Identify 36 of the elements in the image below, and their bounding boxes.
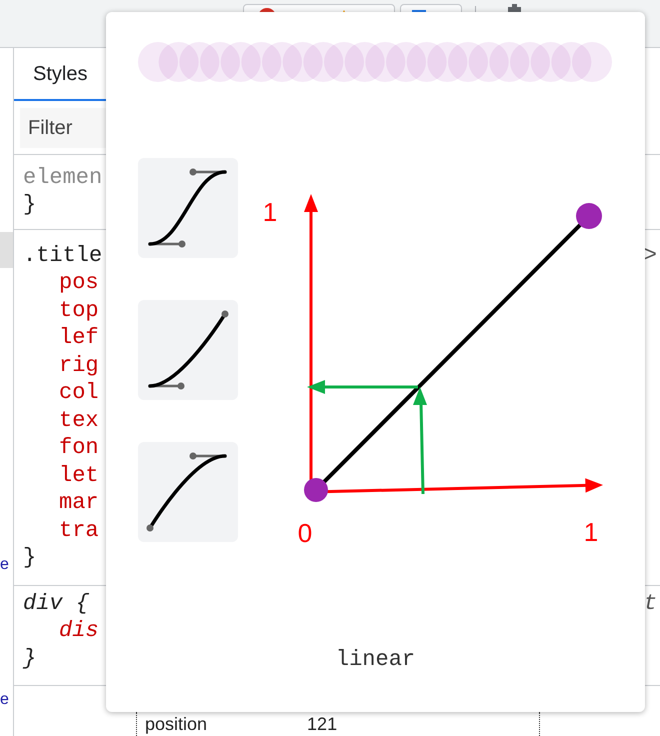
easing-name: linear bbox=[336, 647, 416, 673]
axis-label: 1 bbox=[262, 197, 278, 227]
css-property: col bbox=[59, 379, 99, 406]
easing-curve-icon bbox=[146, 310, 229, 390]
css-selector: .title bbox=[23, 242, 102, 269]
closing-brace: } bbox=[23, 644, 36, 672]
easing-preset[interactable] bbox=[138, 442, 238, 542]
axis-label: 0 bbox=[298, 518, 312, 548]
css-selector: elemen bbox=[23, 164, 102, 191]
css-property: let bbox=[59, 462, 99, 489]
stylesheet-source[interactable]: > bbox=[644, 242, 657, 269]
end-dot-icon bbox=[576, 203, 602, 229]
css-property: tra bbox=[59, 516, 99, 544]
css-property: pos bbox=[59, 269, 99, 296]
easing-preset[interactable] bbox=[138, 158, 238, 258]
css-property: mar bbox=[59, 489, 99, 516]
closing-brace: } bbox=[23, 191, 36, 218]
css-property: dis bbox=[59, 617, 99, 644]
box-model-label: position bbox=[145, 713, 208, 736]
puzzle-icon[interactable] bbox=[508, 4, 521, 12]
tree-row[interactable]: e bbox=[0, 547, 13, 583]
stylesheet-source: t bbox=[644, 590, 657, 617]
box-model-value: 121 bbox=[307, 713, 338, 736]
easing-preset[interactable] bbox=[138, 300, 238, 400]
css-property: lef bbox=[59, 324, 99, 352]
tree-row[interactable]: e bbox=[0, 682, 13, 718]
css-property: rig bbox=[59, 352, 99, 379]
start-dot-icon bbox=[304, 478, 328, 502]
closing-brace: } bbox=[23, 544, 36, 572]
easing-curve-icon bbox=[146, 452, 229, 532]
css-property: top bbox=[59, 296, 99, 324]
css-selector: div { bbox=[23, 590, 90, 617]
axis-label: 1 bbox=[584, 517, 598, 547]
css-property: tex bbox=[59, 406, 99, 434]
css-property: fon bbox=[59, 434, 99, 462]
easing-curve-icon bbox=[146, 168, 229, 248]
